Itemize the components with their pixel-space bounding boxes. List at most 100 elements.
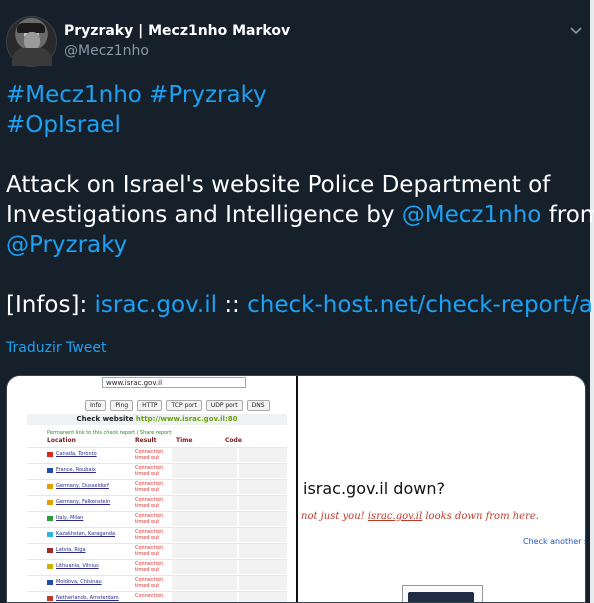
media-image-right[interactable]: israc.gov.il down? not just you! israc.g… <box>298 376 585 602</box>
location-row: Italy, Milan Connection timed out <box>27 511 287 527</box>
chevron-down-icon[interactable] <box>568 22 584 38</box>
flag-icon <box>47 468 53 473</box>
location-result: Connection timed out <box>135 545 164 557</box>
location-name: Lithuania, Vilnius <box>56 563 99 569</box>
thumbnail-preview <box>402 585 483 602</box>
hashtag-pryzraky[interactable]: #Pryzraky <box>149 82 267 108</box>
location-row: Lithuania, Vilnius Connection timed out <box>27 559 287 575</box>
code-cell <box>239 480 287 494</box>
location-result: Connection timed out <box>135 465 164 477</box>
body-line-2: Investigations and Intelligence by @Mecz… <box>6 200 594 230</box>
time-cell <box>172 560 237 574</box>
tweet-media[interactable]: www.israc.gov.il Info Ping HTTP TCP port UDP… <box>6 375 586 603</box>
down-title: israc.gov.il down? <box>303 479 445 498</box>
time-cell <box>172 464 237 478</box>
location-row: Germany, Falkenstein Connection timed out <box>27 495 287 511</box>
location-row: Kazakhstan, Karaganda Connection timed ou… <box>27 527 287 543</box>
infos-line: [Infos]: israc.gov.il :: check-host.net/… <box>6 290 594 320</box>
column-time: Time <box>176 437 193 444</box>
location-name: Canada, Toronto <box>56 451 97 457</box>
flag-icon <box>47 500 53 505</box>
location-row: Latvia, Riga Connection timed out <box>27 543 287 559</box>
mention-pryzraky[interactable]: @Pryzraky <box>6 232 127 258</box>
check-type-button: Info <box>85 400 107 411</box>
location-name: Latvia, Riga <box>56 547 86 553</box>
time-cell <box>172 544 237 558</box>
check-buttons: Info Ping HTTP TCP port UDP port DNS <box>85 392 274 411</box>
hashtag-line-1: #Mecz1nho #Pryzraky <box>6 80 576 110</box>
time-cell <box>172 480 237 494</box>
check-url: http://www.israc.gov.il:80 <box>135 415 238 423</box>
location-name: Moldova, Chisinau <box>56 579 102 585</box>
check-type-button: TCP port <box>166 400 202 411</box>
avatar-body <box>12 48 52 66</box>
translate-tweet-link[interactable]: Traduzir Tweet <box>6 340 106 356</box>
mention-mecz1nho[interactable]: @Mecz1nho <box>402 202 542 228</box>
location-name: Germany, Dusseldorf <box>56 483 109 489</box>
infos-label: [Infos]: <box>6 292 88 318</box>
flag-icon <box>47 484 53 489</box>
flag-icon <box>47 452 53 457</box>
location-name: Italy, Milan <box>56 515 84 521</box>
column-code: Code <box>225 437 242 444</box>
code-cell <box>239 560 287 574</box>
location-row: France, Roubaix Connection timed out <box>27 463 287 479</box>
time-cell <box>172 592 237 602</box>
location-result: Connection timed out <box>135 561 164 573</box>
body-line-3: @Pryzraky <box>6 230 576 260</box>
check-type-button: UDP port <box>205 400 243 411</box>
time-cell <box>172 496 237 510</box>
down-subtitle: not just you! israc.gov.il looks down fr… <box>301 511 539 522</box>
flag-icon <box>47 548 53 553</box>
location-row: Canada, Toronto Connection timed out <box>27 447 287 463</box>
hashtag-line-2: #OpIsrael <box>6 110 576 140</box>
down-sub-post: looks down from here. <box>425 511 539 522</box>
location-name: Kazakhstan, Karaganda <box>56 531 116 537</box>
location-row: Moldova, Chisinau Connection timed out <box>27 575 287 591</box>
flag-icon <box>47 564 53 569</box>
location-result: Connection timed out <box>135 529 164 541</box>
tweet-header: Pryzraky | Mecz1nho Markov @Mecz1nho <box>6 16 586 68</box>
location-name: Netherlands, Amsterdam <box>56 595 119 601</box>
location-row: Germany, Dusseldorf Connection timed out <box>27 479 287 495</box>
check-type-button: HTTP <box>137 400 163 411</box>
body-line-1: Attack on Israel's website Police Depart… <box>6 172 551 198</box>
code-cell <box>239 528 287 542</box>
media-image-left[interactable]: www.israc.gov.il Info Ping HTTP TCP port UDP… <box>7 376 296 602</box>
link-check-host[interactable]: check-host.net/check-report/a… <box>247 292 594 318</box>
hashtag-mecz1nho[interactable]: #Mecz1nho <box>6 82 142 108</box>
body-from: from <box>548 202 594 228</box>
down-sub-pre: not just you! <box>301 511 365 522</box>
location-result: Connection timed out <box>135 449 164 461</box>
location-result: Connection timed out <box>135 497 164 509</box>
check-prefix: Check website <box>76 415 134 423</box>
avatar[interactable] <box>6 16 57 67</box>
author-name[interactable]: Pryzraky | Mecz1nho Markov <box>64 23 290 39</box>
column-location: Location <box>47 437 76 444</box>
author-handle[interactable]: @Mecz1nho <box>64 43 149 59</box>
code-cell <box>239 496 287 510</box>
hashtag-opisrael[interactable]: #OpIsrael <box>6 112 121 138</box>
code-cell <box>239 592 287 602</box>
code-cell <box>239 464 287 478</box>
body-text: Investigations and Intelligence by <box>6 202 395 228</box>
check-website-header: Check website http://www.israc.gov.il:80 <box>27 414 287 425</box>
flag-icon <box>47 532 53 537</box>
location-result: Connection <box>135 593 164 599</box>
link-israc[interactable]: israc.gov.il <box>95 292 217 318</box>
flag-icon <box>47 580 53 585</box>
check-type-button: Ping <box>110 400 134 411</box>
link-separator: :: <box>224 292 240 318</box>
check-type-button: DNS <box>246 400 270 411</box>
location-row: Netherlands, Amsterdam Connection <box>27 591 287 602</box>
flag-icon <box>47 596 53 601</box>
url-input: www.israc.gov.il <box>102 377 246 388</box>
tweet-text: #Mecz1nho #Pryzraky #OpIsrael Attack on … <box>6 80 594 320</box>
thumbnail-inner <box>408 592 474 602</box>
location-result: Connection timed out <box>135 481 164 493</box>
location-result: Connection timed out <box>135 577 164 589</box>
code-cell <box>239 512 287 526</box>
time-cell <box>172 448 237 462</box>
code-cell <box>239 576 287 590</box>
